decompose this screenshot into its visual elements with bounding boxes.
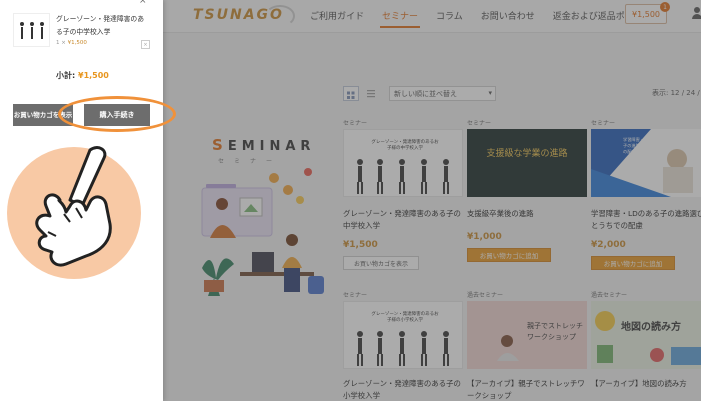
subtotal-value: ¥1,500 xyxy=(78,71,109,80)
highlight-ring-annotation xyxy=(58,96,176,132)
pointing-hand-icon xyxy=(35,146,112,267)
subtotal-label: 小計: xyxy=(56,71,76,80)
mini-cart-item-quantity: 1 × ¥1,500 xyxy=(56,40,87,46)
page: TSUNAGO ご利用ガイド セミナー コラム お問い合わせ 返金および返品ポリ… xyxy=(0,0,701,401)
mini-cart-subtotal: 小計: ¥1,500 xyxy=(56,70,109,81)
mini-cart-item-price: ¥1,500 xyxy=(67,40,87,46)
remove-item-icon[interactable]: × xyxy=(141,40,150,49)
close-icon[interactable]: × xyxy=(139,0,147,6)
mini-cart-item-name[interactable]: グレーゾーン・発達障害のある子の中学校入学 xyxy=(56,13,146,39)
mini-cart-item-qty-value: 1 × xyxy=(56,40,66,46)
mini-cart-item-thumbnail[interactable] xyxy=(13,13,50,47)
illustration-people xyxy=(20,22,44,39)
